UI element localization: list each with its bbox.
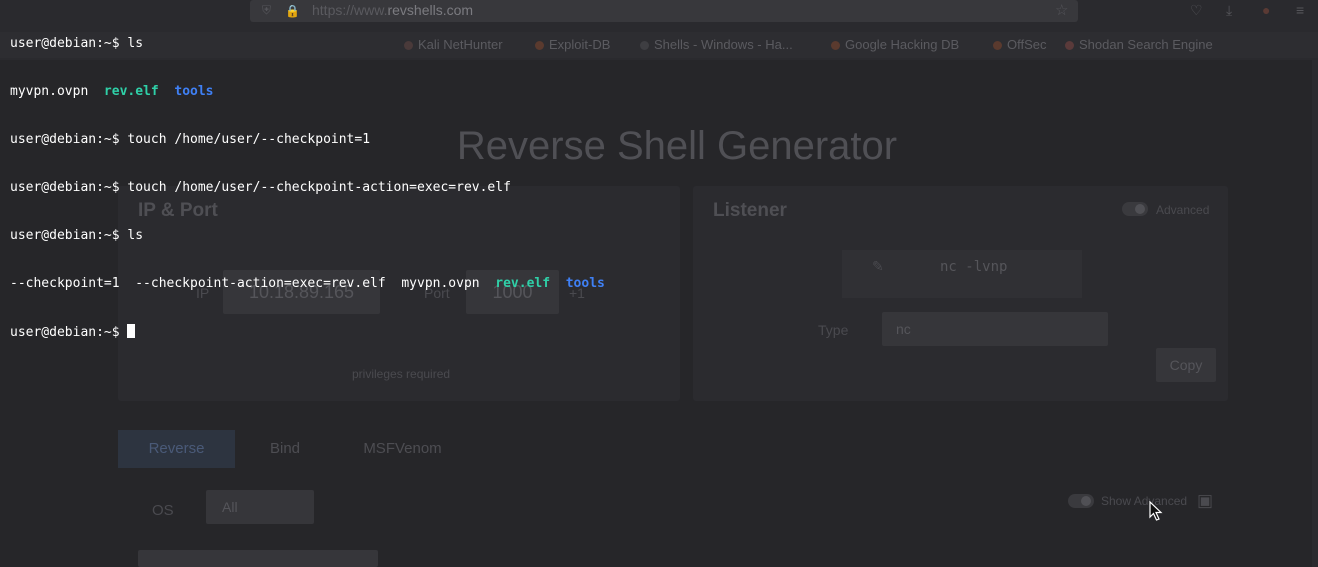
mouse-pointer-icon [1149,501,1163,521]
command-text: ls [127,228,144,243]
prompt: user@debian:~$ [10,228,128,243]
terminal-line: user@debian:~$ ls [10,36,1308,52]
directory-entry: tools [565,276,605,291]
directory-entry: tools [174,84,214,99]
separator [159,84,175,99]
command-text: touch /home/user/--checkpoint=1 [127,132,371,147]
terminal-output-line: --checkpoint=1 --checkpoint-action=exec=… [10,276,1308,292]
command-text: ls [127,36,144,51]
terminal-cursor [127,324,136,338]
terminal-line: user@debian:~$ touch /home/user/--checkp… [10,132,1308,148]
terminal-line[interactable]: user@debian:~$ [10,324,1308,340]
file-entry: myvpn.ovpn [10,84,104,99]
prompt: user@debian:~$ [10,36,128,51]
prompt: user@debian:~$ [10,132,128,147]
executable-file-entry: rev.elf [103,84,159,99]
separator [550,276,566,291]
prompt: user@debian:~$ [10,180,128,195]
terminal-output-line: myvpn.ovpn rev.elf tools [10,84,1308,100]
prompt: user@debian:~$ [10,325,128,340]
terminal-line: user@debian:~$ ls [10,228,1308,244]
terminal-line: user@debian:~$ touch /home/user/--checkp… [10,180,1308,196]
file-entry: --checkpoint=1 --checkpoint-action=exec=… [10,276,496,291]
command-text: touch /home/user/--checkpoint-action=exe… [127,180,511,195]
executable-file-entry: rev.elf [495,276,551,291]
terminal-window[interactable]: user@debian:~$ ls myvpn.ovpn rev.elf too… [0,0,1318,567]
